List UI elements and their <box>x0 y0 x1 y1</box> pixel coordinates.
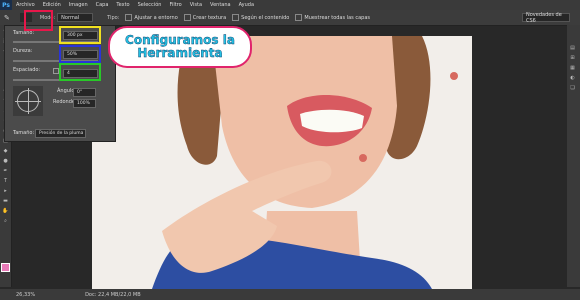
menu-vista[interactable]: Vista <box>186 2 206 8</box>
menu-archivo[interactable]: Archivo <box>12 2 39 8</box>
contenido-checkbox[interactable] <box>232 14 240 21</box>
blur-icon[interactable]: ◆ <box>1 148 10 155</box>
contenido-label: Según el contenido <box>241 14 290 21</box>
properties-panel-icon[interactable]: ⊞ <box>568 55 577 62</box>
zoom-level[interactable]: 26,33% <box>16 292 35 298</box>
muestrear-checkbox[interactable] <box>295 14 303 21</box>
callout-line2: Herramienta <box>137 46 223 60</box>
right-dock: ▤ ⊞ ▦ ◐ ❏ <box>567 25 580 287</box>
highlight-hardness <box>59 45 101 63</box>
pen-tool-icon[interactable]: ✒ <box>1 168 10 175</box>
options-bar: ✎ Modo: Normal Tipo: Ajustar a entorno C… <box>0 10 580 26</box>
history-panel-icon[interactable]: ▤ <box>568 45 577 52</box>
muestrear-label: Muestrear todas las capas <box>304 14 370 21</box>
photo-image <box>92 36 472 289</box>
ajustar-checkbox[interactable] <box>125 14 133 21</box>
menu-seleccion[interactable]: Selección <box>134 2 166 8</box>
shape-tool-icon[interactable]: ▬ <box>1 198 10 205</box>
highlight-brush-picker <box>24 10 53 31</box>
brush-angle-preview[interactable] <box>13 86 43 116</box>
roundness-input[interactable]: 100% <box>73 99 96 108</box>
highlight-size <box>59 26 101 44</box>
type-label: Tipo: <box>107 14 120 21</box>
photoshop-logo: Ps <box>0 0 12 10</box>
zoom-tool-icon[interactable]: ⌕ <box>1 218 10 225</box>
mode-select[interactable]: Normal <box>57 13 94 22</box>
menu-ayuda[interactable]: Ayuda <box>235 2 258 8</box>
path-select-icon[interactable]: ▸ <box>1 188 10 195</box>
bandage-tool-icon[interactable]: ✎ <box>4 14 10 22</box>
menu-filtro[interactable]: Filtro <box>165 2 185 8</box>
tutorial-callout: Configuramos la Herramienta <box>108 26 252 68</box>
menu-edicion[interactable]: Edición <box>39 2 65 8</box>
tamano-label: Tamaño: <box>13 130 35 136</box>
menu-capa[interactable]: Capa <box>92 2 113 8</box>
status-bar: 26,33% Doc: 22,4 MB/22,0 MB <box>0 289 580 300</box>
menu-texto[interactable]: Texto <box>112 2 133 8</box>
textura-label: Crear textura <box>192 14 227 21</box>
menu-imagen[interactable]: Imagen <box>65 2 92 8</box>
textura-checkbox[interactable] <box>183 14 191 21</box>
swatches-panel-icon[interactable]: ▦ <box>568 65 577 72</box>
foreground-color-swatch[interactable] <box>1 263 10 272</box>
menu-bar: Ps Archivo Edición Imagen Capa Texto Sel… <box>0 0 580 10</box>
menu-ventana[interactable]: Ventana <box>206 2 235 8</box>
angle-input[interactable]: 0° <box>73 88 96 97</box>
hand-tool-icon[interactable]: ✋ <box>1 208 10 215</box>
dodge-icon[interactable]: ● <box>1 158 10 165</box>
type-tool-icon[interactable]: T <box>1 178 10 185</box>
highlight-spacing <box>59 63 101 81</box>
doc-size: Doc: 22,4 MB/22,0 MB <box>85 291 141 298</box>
hardness-label: Dureza: <box>13 48 33 54</box>
spacing-label: Espaciado: <box>13 67 41 73</box>
adjustments-panel-icon[interactable]: ◐ <box>568 75 577 82</box>
layers-panel-icon[interactable]: ❏ <box>568 85 577 92</box>
tamano-select[interactable]: Presión de la pluma <box>35 129 86 138</box>
document-canvas[interactable] <box>92 36 472 289</box>
workspace-select[interactable]: Novedades de CS6 <box>522 12 570 24</box>
ajustar-label: Ajustar a entorno <box>134 14 178 21</box>
